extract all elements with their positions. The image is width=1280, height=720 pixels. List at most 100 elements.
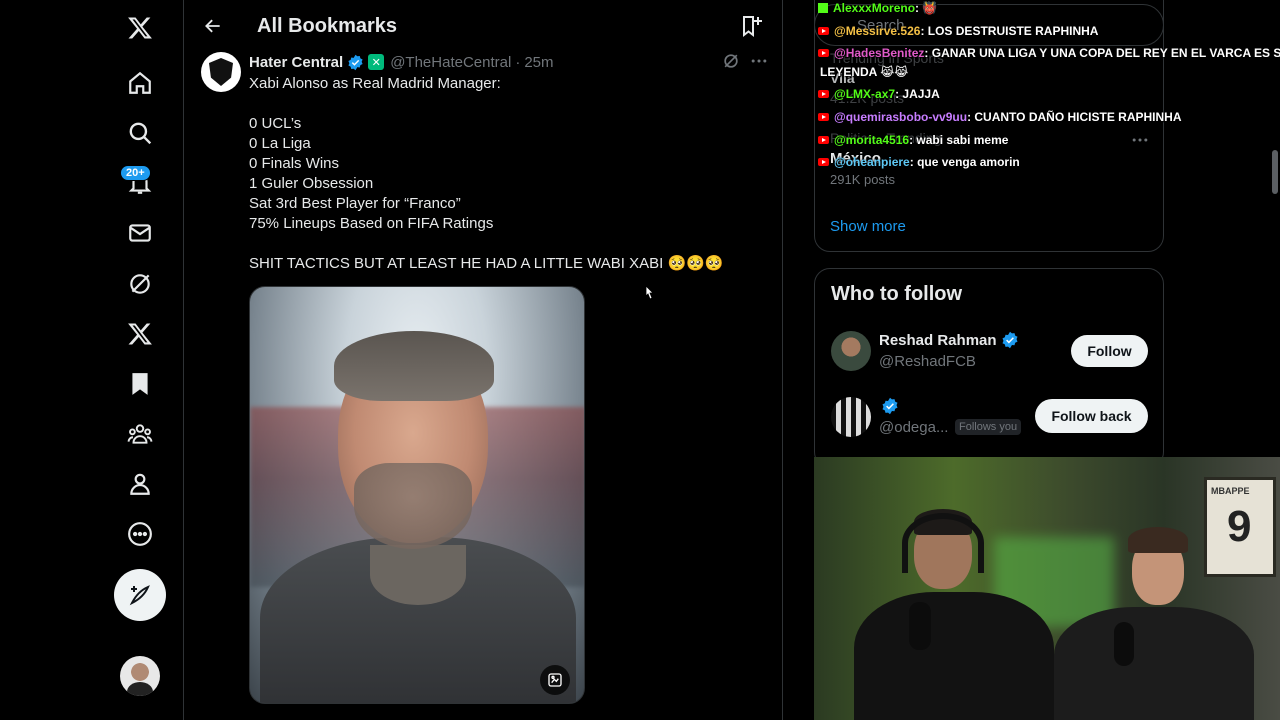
- youtube-logo-icon: [818, 158, 829, 166]
- x-logo-icon[interactable]: [115, 3, 165, 53]
- tweet-timestamp[interactable]: 25m: [524, 54, 553, 71]
- follows-you-tag: Follows you: [955, 419, 1022, 435]
- chat-text: LEYENDA 😹😹: [820, 65, 909, 79]
- chat-message-continuation: LEYENDA 😹😹: [820, 65, 908, 79]
- messages-envelope-icon[interactable]: [115, 208, 165, 258]
- mouse-cursor-icon: [645, 285, 654, 300]
- suggested-user-name-text[interactable]: Reshad Rahman: [879, 332, 997, 349]
- follow-button[interactable]: Follow: [1071, 335, 1148, 367]
- verified-badge-icon: [348, 54, 363, 70]
- who-to-follow-title: Who to follow: [831, 283, 963, 305]
- suggested-user-name[interactable]: Reshad Rahman: [879, 331, 1019, 349]
- tweet-text-line: 0 UCL’s: [249, 115, 302, 132]
- more-options-icon[interactable]: [115, 509, 165, 559]
- youtube-logo-icon: [818, 136, 829, 144]
- verified-badge-icon: [882, 397, 898, 415]
- who-to-follow-panel: Who to follow Reshad Rahman @ReshadFCB F…: [814, 268, 1164, 468]
- tweet-text-line: 0 La Liga: [249, 135, 311, 152]
- follow-back-button[interactable]: Follow back: [1035, 399, 1148, 433]
- tweet-more-icon[interactable]: [749, 51, 769, 71]
- grok-icon[interactable]: [115, 259, 165, 309]
- trend-more-icon[interactable]: [1130, 130, 1150, 150]
- streamer-left-body: [854, 592, 1054, 720]
- photo-subject-collar: [370, 545, 466, 605]
- suggested-user-handle[interactable]: @ReshadFCB: [879, 353, 976, 370]
- suggested-user-handle[interactable]: @odega...: [879, 419, 948, 436]
- chat-username: @LMX-ax7: [834, 87, 896, 101]
- chat-message: @LMX-ax7 : JAJJA: [818, 87, 940, 101]
- tweet-photo[interactable]: [249, 286, 585, 704]
- chat-text: : LOS DESTRUISTE RAPHINHA: [920, 24, 1099, 38]
- bookmarks-timeline: All Bookmarks Hater Central ✕ @TheHateCe…: [185, 0, 783, 720]
- chat-text: : que venga amorin: [909, 155, 1020, 169]
- tweet-author-handle[interactable]: @TheHateCentral: [390, 54, 511, 71]
- chat-username: @quemirasbobo-vv9uu: [834, 110, 968, 124]
- notifications-badge: 20+: [120, 165, 151, 181]
- youtube-logo-icon: [818, 90, 829, 98]
- tweet-author-avatar[interactable]: [201, 52, 241, 92]
- jersey-name: MBAPPE: [1211, 486, 1250, 496]
- tweet-author-name[interactable]: Hater Central: [249, 54, 343, 71]
- headphones-icon: [902, 513, 984, 573]
- suggested-user-avatar[interactable]: [831, 331, 871, 371]
- microphone-icon: [909, 602, 931, 650]
- compose-post-button[interactable]: [114, 569, 166, 621]
- chat-message: @HadesBenitez : GANAR UNA LIGA Y UNA COP…: [818, 46, 1280, 60]
- chat-username: AlexxxMoreno: [833, 1, 916, 15]
- verified-badge-icon: [1002, 331, 1018, 349]
- chat-username: @HadesBenitez: [834, 46, 925, 60]
- suggested-user-avatar[interactable]: [831, 397, 871, 437]
- page-title: All Bookmarks: [257, 15, 398, 37]
- search-icon[interactable]: [115, 108, 165, 158]
- chat-text: : JAJJA: [895, 87, 940, 101]
- chat-username: @morita4516: [834, 133, 910, 147]
- bookmark-folder-add-icon[interactable]: [735, 9, 769, 43]
- profile-icon[interactable]: [115, 459, 165, 509]
- chat-text: : GANAR UNA LIGA Y UNA COPA DEL REY EN E…: [924, 46, 1280, 60]
- tweet-header: Hater Central ✕ @TheHateCentral · 25m: [249, 52, 554, 72]
- tweet-text-line: SHIT TACTICS BUT AT LEAST HE HAD A LITTL…: [249, 255, 724, 272]
- timeline-header: All Bookmarks: [185, 0, 783, 52]
- chat-message: @Messirve.526 : LOS DESTRUISTE RAPHINHA: [818, 24, 1098, 38]
- chat-text: : CUANTO DAÑO HICISTE RAPHINHA: [967, 110, 1182, 124]
- chat-message: @oheanpiere : que venga amorin: [818, 155, 1020, 169]
- home-icon[interactable]: [115, 58, 165, 108]
- tweet-text-line: Sat 3rd Best Player for “Franco”: [249, 195, 461, 212]
- affiliate-badge-icon: ✕: [368, 54, 385, 70]
- tweet-separator: ·: [515, 53, 521, 71]
- grok-explain-icon[interactable]: [721, 51, 741, 71]
- tweet-text-line: 1 Guler Obsession: [249, 175, 374, 192]
- communities-icon[interactable]: [115, 409, 165, 459]
- tweet-text-line: Xabi Alonso as Real Madrid Manager:: [249, 75, 501, 92]
- microphone-icon: [1114, 622, 1134, 666]
- chat-username: @Messirve.526: [834, 24, 921, 38]
- chat-text: : 👹: [915, 1, 938, 15]
- chat-username: @oheanpiere: [834, 155, 910, 169]
- jersey-number: 9: [1227, 502, 1252, 551]
- tweet-text-line: 0 Finals Wins: [249, 155, 340, 172]
- left-navigation: 20+: [0, 0, 184, 720]
- account-avatar[interactable]: [120, 656, 160, 696]
- youtube-logo-icon: [818, 27, 829, 35]
- back-arrow-icon[interactable]: [195, 8, 231, 44]
- tweet-text-line: [249, 234, 769, 254]
- photo-subject-hair: [334, 331, 494, 401]
- streamer-right-hair: [1128, 527, 1188, 553]
- chat-message: @quemirasbobo-vv9uu : CUANTO DAÑO HICIST…: [818, 110, 1182, 124]
- chat-text: : wabi sabi meme: [909, 133, 1009, 147]
- page-scrollbar[interactable]: [1272, 150, 1278, 194]
- tweet-text: Xabi Alonso as Real Madrid Manager: 0 UC…: [249, 74, 769, 274]
- tweet-text-line: 75% Lineups Based on FIFA Ratings: [249, 215, 494, 232]
- trend-post-count: 291K posts: [830, 172, 896, 187]
- premium-x-icon[interactable]: [115, 309, 165, 359]
- framed-jersey: MBAPPE 9: [1204, 477, 1276, 577]
- kick-logo-icon: [818, 3, 828, 13]
- show-more-link[interactable]: Show more: [830, 218, 906, 235]
- bookmark-icon[interactable]: [115, 359, 165, 409]
- photo-subject-beard: [354, 463, 472, 549]
- image-edit-icon[interactable]: [540, 665, 570, 695]
- chat-message: AlexxxMoreno : 👹: [818, 1, 937, 15]
- chat-message: @morita4516 : wabi sabi meme: [818, 133, 1008, 147]
- tweet-text-line: [249, 94, 769, 114]
- streamer-webcam-feed: MBAPPE 9: [814, 457, 1280, 720]
